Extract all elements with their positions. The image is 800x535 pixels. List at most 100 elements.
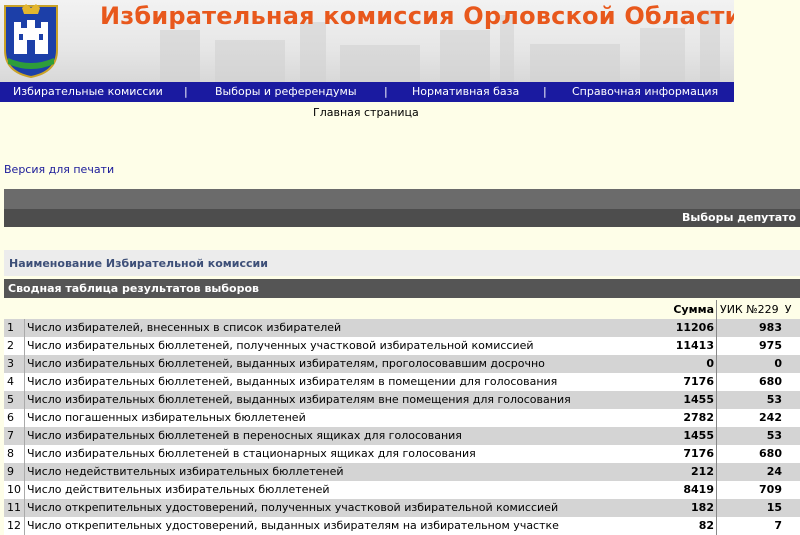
row-uik-value: 53 (766, 429, 782, 442)
row-sum-value: 0 (706, 357, 714, 370)
row-sum-value: 2782 (683, 411, 714, 424)
row-sum-value: 82 (698, 519, 714, 532)
row-uik-value: 983 (759, 321, 782, 334)
column-divider (24, 445, 25, 463)
row-uik-value: 24 (766, 465, 782, 478)
results-table: Сумма УИК №229 У 1 Число избирателей, внес… (4, 300, 800, 535)
print-version-link[interactable]: Версия для печати (4, 163, 114, 176)
table-row: 2 Число избирательных бюллетеней, получен… (4, 337, 800, 355)
row-label: Число открепительных удостоверений, выда… (27, 519, 559, 532)
row-number: 6 (7, 411, 14, 424)
main-navigation: Избирательные комиссии | Выборы и рефере… (0, 82, 734, 102)
row-sum-value: 182 (691, 501, 714, 514)
table-row: 6 Число погашенных избирательных бюллетен… (4, 409, 800, 427)
row-sum-value: 8419 (683, 483, 714, 496)
column-divider (716, 300, 717, 319)
title-bar: Выборы депутато (4, 209, 800, 227)
row-label: Число избирательных бюллетеней, выданных… (27, 393, 571, 406)
table-row: 3 Число избирательных бюллетеней, выданны… (4, 355, 800, 373)
nav-separator: | (184, 85, 188, 98)
row-uik-value: 709 (759, 483, 782, 496)
nav-normative-base[interactable]: Нормативная база (412, 85, 519, 98)
column-header-sum: Сумма (673, 303, 714, 316)
column-divider (716, 481, 717, 499)
column-divider (716, 355, 717, 373)
row-sum-value: 1455 (683, 393, 714, 406)
column-divider (716, 391, 717, 409)
column-divider (716, 427, 717, 445)
elections-title: Выборы депутато (682, 211, 797, 224)
column-divider (716, 409, 717, 427)
row-uik-value: 7 (774, 519, 782, 532)
row-label: Число избирательных бюллетеней в перенос… (27, 429, 462, 442)
table-row: 8 Число избирательных бюллетеней в стацио… (4, 445, 800, 463)
column-divider (716, 463, 717, 481)
row-sum-value: 212 (691, 465, 714, 478)
commission-name-label: Наименование Избирательной комиссии (9, 257, 268, 270)
row-label: Число открепительных удостоверений, полу… (27, 501, 559, 514)
column-divider (716, 337, 717, 355)
row-number: 8 (7, 447, 14, 460)
row-number: 1 (7, 321, 14, 334)
column-divider (24, 355, 25, 373)
nav-election-commissions[interactable]: Избирательные комиссии (13, 85, 163, 98)
row-label: Число недействительных избирательных бюл… (27, 465, 344, 478)
home-page-link[interactable]: Главная страница (313, 106, 419, 119)
table-row: 5 Число избирательных бюллетеней, выданны… (4, 391, 800, 409)
row-uik-value: 680 (759, 447, 782, 460)
row-sum-value: 7176 (683, 375, 714, 388)
table-row: 9 Число недействительных избирательных бю… (4, 463, 800, 481)
table-row: 7 Число избирательных бюллетеней в перено… (4, 427, 800, 445)
row-sum-value: 7176 (683, 447, 714, 460)
commission-name-row: Наименование Избирательной комиссии (4, 250, 800, 276)
column-divider (716, 319, 717, 337)
column-divider (24, 319, 25, 337)
row-number: 7 (7, 429, 14, 442)
title-bar-top (4, 189, 800, 209)
row-label: Число погашенных избирательных бюллетене… (27, 411, 306, 424)
table-row: 1 Число избирателей, внесенных в список и… (4, 319, 800, 337)
row-number: 9 (7, 465, 14, 478)
column-divider (24, 517, 25, 535)
site-title: Избирательная комиссия Орловской Области (100, 2, 734, 30)
column-divider (24, 391, 25, 409)
row-sum-value: 1455 (683, 429, 714, 442)
row-label: Число избирательных бюллетеней, выданных… (27, 375, 558, 388)
row-sum-value: 11413 (675, 339, 714, 352)
row-uik-value: 975 (759, 339, 782, 352)
column-divider (716, 373, 717, 391)
row-number: 4 (7, 375, 14, 388)
nav-reference-info[interactable]: Справочная информация (572, 85, 718, 98)
column-divider (24, 481, 25, 499)
column-header-uik: УИК №229 У (720, 303, 792, 316)
row-number: 11 (7, 501, 21, 514)
column-divider (24, 409, 25, 427)
row-label: Число избирательных бюллетеней, полученн… (27, 339, 534, 352)
row-number: 2 (7, 339, 14, 352)
row-label: Число избирателей, внесенных в список из… (27, 321, 342, 334)
column-divider (716, 517, 717, 535)
column-divider (24, 463, 25, 481)
site-header: Избирательная комиссия Орловской Области (0, 0, 734, 82)
row-uik-value: 53 (766, 393, 782, 406)
column-divider (24, 499, 25, 517)
row-label: Число действительных избирательных бюлле… (27, 483, 330, 496)
column-divider (24, 427, 25, 445)
column-divider (24, 337, 25, 355)
column-divider (24, 373, 25, 391)
row-sum-value: 11206 (675, 321, 714, 334)
row-number: 10 (7, 483, 21, 496)
table-row: 4 Число избирательных бюллетеней, выданны… (4, 373, 800, 391)
table-row: 10 Число действительных избирательных бюл… (4, 481, 800, 499)
table-row: 12 Число открепительных удостоверений, вы… (4, 517, 800, 535)
row-label: Число избирательных бюллетеней в стацион… (27, 447, 476, 460)
nav-separator: | (543, 85, 547, 98)
row-uik-value: 15 (766, 501, 782, 514)
column-divider (716, 499, 717, 517)
column-divider (716, 445, 717, 463)
table-header-row: Сумма УИК №229 У (4, 300, 800, 319)
nav-elections-referendums[interactable]: Выборы и референдумы (215, 85, 357, 98)
summary-table-title: Сводная таблица результатов выборов (8, 282, 260, 295)
row-number: 5 (7, 393, 14, 406)
row-uik-value: 680 (759, 375, 782, 388)
